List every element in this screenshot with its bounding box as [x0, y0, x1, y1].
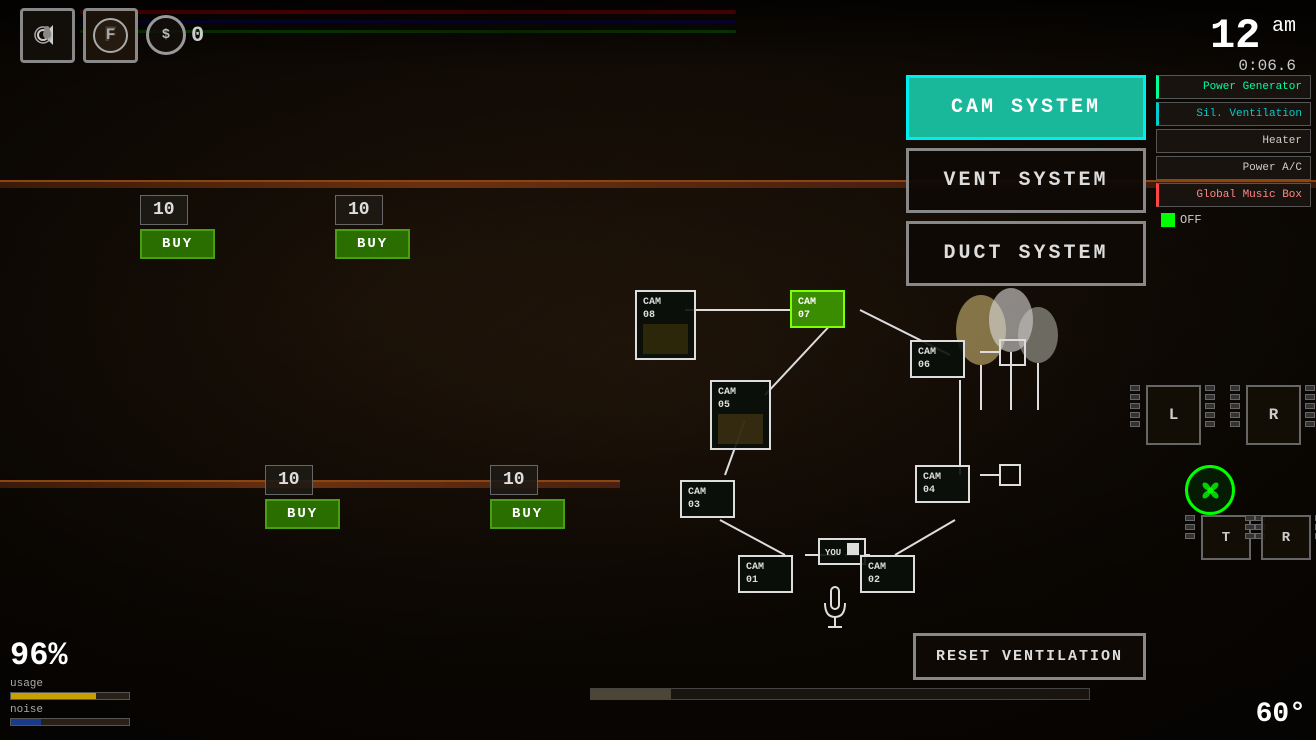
right-panel: Power Generator Sil. Ventilation Heater …: [1156, 75, 1316, 230]
cam-05-node[interactable]: CAM05: [710, 380, 771, 450]
top-bar: F F $ 0: [0, 0, 1316, 70]
cam-system-button[interactable]: CAM SYSTEM: [906, 75, 1146, 140]
film-strip-right1: R: [1230, 385, 1316, 445]
noise-bar-fill: [11, 719, 41, 725]
global-music-box-btn[interactable]: Global Music Box: [1156, 183, 1311, 207]
fan-icon: [1185, 465, 1235, 515]
cam-scrollbar-thumb: [591, 689, 671, 699]
film-strip-left: L: [1130, 385, 1217, 445]
time-ampm: am: [1272, 15, 1296, 38]
noise-bar-container: noise: [10, 704, 210, 726]
cam-03-node[interactable]: CAM03: [680, 480, 735, 518]
toggle-indicator: [1161, 213, 1175, 227]
film-cell-r2[interactable]: R: [1261, 515, 1311, 560]
power-ac-btn[interactable]: Power A/C: [1156, 156, 1311, 180]
buy-button-1[interactable]: BUY: [140, 229, 215, 259]
cam-01-node[interactable]: CAM01: [738, 555, 793, 593]
price-3: 10: [265, 465, 313, 495]
cam-scrollbar[interactable]: [590, 688, 1090, 700]
buy-area-2: 10 BUY: [335, 195, 410, 259]
coin-icon: $: [146, 15, 186, 55]
usage-label: usage: [10, 678, 210, 690]
film-cell-l[interactable]: L: [1146, 385, 1201, 445]
cam-map: CAM08 CAM07 CAM06 CAM05 CAM04 CAM03 CAM0…: [590, 280, 1110, 660]
back-button[interactable]: [20, 8, 75, 63]
cam-06-node[interactable]: CAM06: [910, 340, 965, 378]
cam-05-preview: [718, 414, 763, 444]
buy-button-3[interactable]: BUY: [265, 499, 340, 529]
buy-area-4: 10 BUY: [490, 465, 565, 529]
time-hour: 12: [1210, 12, 1260, 60]
price-4: 10: [490, 465, 538, 495]
buy-button-4[interactable]: BUY: [490, 499, 565, 529]
noise-bar: [10, 718, 130, 726]
system-buttons: CAM SYSTEM VENT SYSTEM DUCT SYSTEM: [906, 75, 1146, 286]
duct-system-button[interactable]: DUCT SYSTEM: [906, 221, 1146, 286]
toggle-label: OFF: [1180, 213, 1202, 227]
heater-btn[interactable]: Heater: [1156, 129, 1311, 153]
cam-02-node[interactable]: CAM02: [860, 555, 915, 593]
reset-ventilation-button[interactable]: RESET VENTILATION: [913, 633, 1146, 680]
usage-bar: [10, 692, 130, 700]
toggle-row: OFF: [1156, 210, 1311, 230]
cam-08-node[interactable]: CAM08: [635, 290, 696, 360]
usage-bar-fill: [11, 693, 96, 699]
cam-04-node[interactable]: CAM04: [915, 465, 970, 503]
time-display: 12 am 0:06.6: [1210, 15, 1296, 75]
power-generator-btn[interactable]: Power Generator: [1156, 75, 1311, 99]
cam-08-preview: [643, 324, 688, 354]
coin-count: 0: [191, 23, 204, 48]
film-strip-r2: R: [1245, 515, 1316, 560]
buy-area-3: 10 BUY: [265, 465, 340, 529]
usage-bar-container: usage: [10, 678, 210, 700]
price-1: 10: [140, 195, 188, 225]
you-marker: [847, 543, 859, 555]
temperature-display: 60°: [1256, 699, 1306, 730]
mic-icon: [820, 585, 850, 640]
buy-button-2[interactable]: BUY: [335, 229, 410, 259]
bottom-bar: 96% usage noise: [10, 637, 210, 730]
buy-area-1: 10 BUY: [140, 195, 215, 259]
percent-text: 96%: [10, 637, 68, 674]
you-node: YOU: [818, 538, 866, 565]
film-cell-r1[interactable]: R: [1246, 385, 1301, 445]
film-cell-t[interactable]: T: [1201, 515, 1251, 560]
sil-ventilation-btn[interactable]: Sil. Ventilation: [1156, 102, 1311, 126]
cam-07-node[interactable]: CAM07: [790, 290, 845, 328]
vent-system-button[interactable]: VENT SYSTEM: [906, 148, 1146, 213]
noise-label: noise: [10, 704, 210, 716]
foxy-button[interactable]: F F: [83, 8, 138, 63]
price-2: 10: [335, 195, 383, 225]
